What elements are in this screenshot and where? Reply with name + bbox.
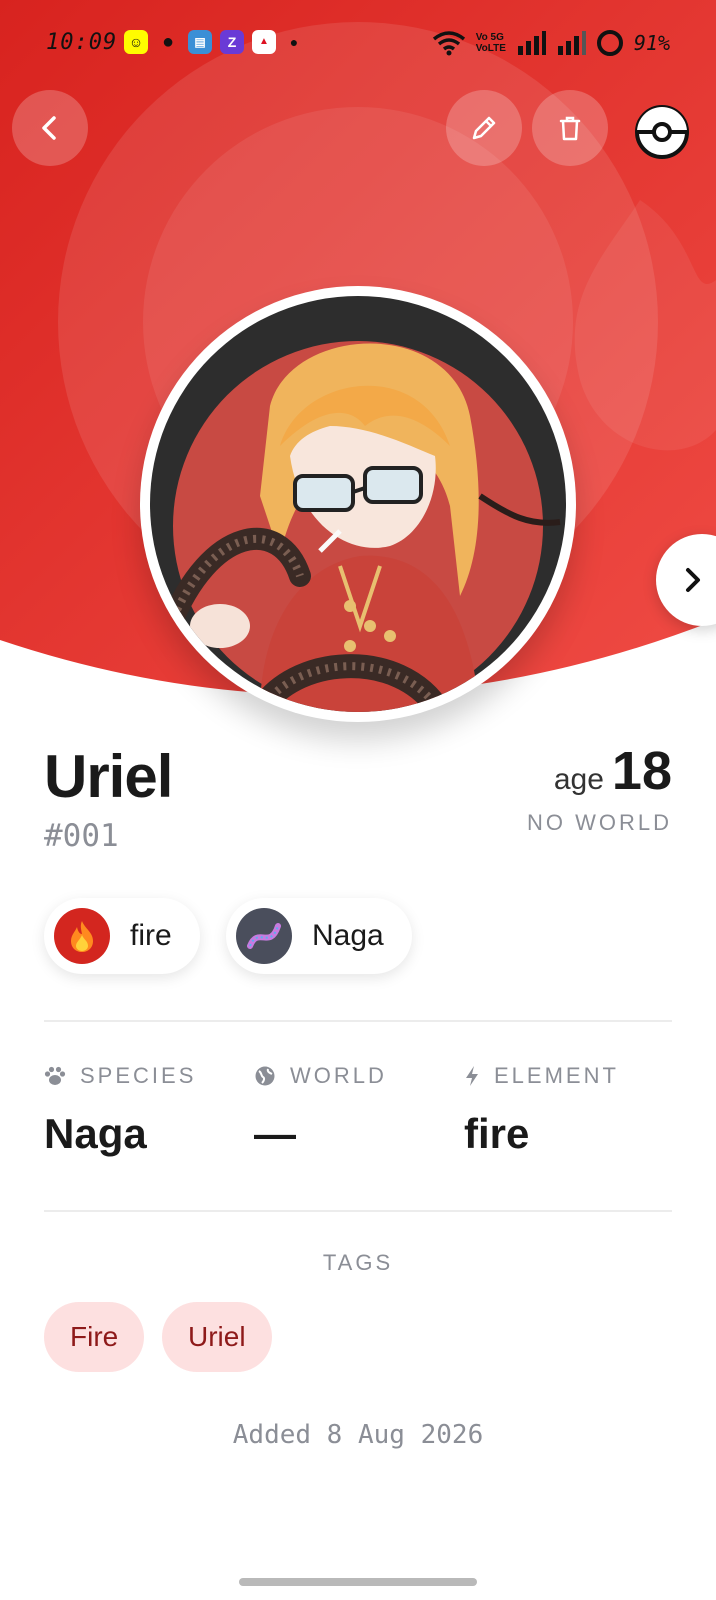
pokeball-icon[interactable] [634,104,690,160]
battery-icon [596,30,623,56]
naga-avatar [236,908,292,964]
status-right: Vo 5G VoLTE 91% [432,28,670,58]
pencil-icon [472,116,496,140]
edit-button[interactable] [446,90,522,166]
stat-world: WORLD — [254,1063,387,1158]
signal-icon [517,31,546,55]
chevron-left-icon [42,116,56,140]
stat-world-label: WORLD [290,1063,387,1088]
zomato-icon: Z [220,30,244,54]
character-portrait [150,296,566,712]
battery-percent: 91% [633,31,670,55]
globe-icon [255,1066,275,1086]
chevron-right-icon [686,568,700,592]
world-caption: NO WORLD [527,810,672,835]
flame-icon [54,908,110,964]
age-value: 18 [611,741,672,801]
messages-icon: ● [161,31,175,53]
character-number: #001 [44,818,119,854]
delete-button[interactable] [532,90,608,166]
chip-species[interactable]: Naga [226,898,412,974]
divider [44,1020,672,1022]
chip-element[interactable]: fire [44,898,200,974]
gallery-icon: ▤ [188,30,212,54]
pizza-hut-icon: ▲ [252,30,276,54]
stat-world-value: — [254,1110,296,1157]
tag-chip[interactable]: Uriel [162,1302,272,1372]
trash-icon [559,116,581,141]
notification-dot-icon: ● [289,34,299,50]
paw-icon [44,1066,66,1085]
stat-species-value: Naga [44,1110,147,1157]
avatar[interactable] [150,296,566,712]
age-display: age 18 [554,740,672,802]
status-time: 10:09 [46,30,118,55]
tag-chip[interactable]: Fire [44,1302,145,1372]
chip-species-label: Naga [312,919,384,952]
character-name: Uriel [44,743,173,810]
divider [44,1210,672,1212]
status-bar: 10:09 ☺ ● ▤ Z ▲ ● Vo 5G VoLTE 91% [0,22,716,64]
stat-species-label: SPECIES [80,1063,197,1088]
tags-title: TAGS [322,1250,394,1275]
bolt-icon [466,1066,478,1086]
home-indicator[interactable] [239,1578,477,1586]
wifi-icon [432,31,465,56]
signal-2-icon [557,31,586,55]
snapchat-icon: ☺ [124,30,148,54]
age-label: age [553,763,604,796]
network-type-label: Vo 5G VoLTE [475,32,506,54]
stat-species: SPECIES Naga [44,1063,197,1158]
stat-element: ELEMENT fire [464,1063,619,1158]
stat-element-label: ELEMENT [494,1063,619,1088]
chip-element-label: fire [130,919,172,952]
back-button[interactable] [12,90,88,166]
stat-element-value: fire [464,1110,530,1157]
added-date: Added 8 Aug 2026 [232,1420,484,1450]
